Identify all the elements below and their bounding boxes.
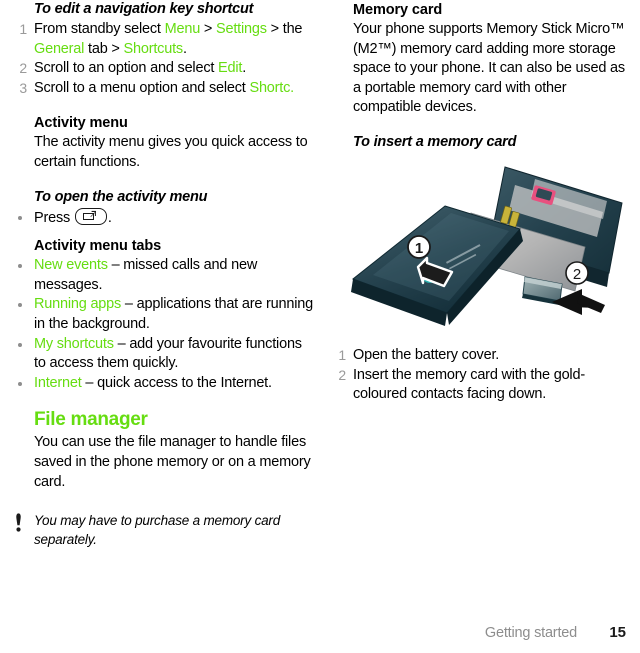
bullet-dot-icon xyxy=(18,342,22,347)
paragraph-memory-card: Your phone supports Memory Stick Micro™ … xyxy=(353,21,625,116)
step-item: 2 Scroll to an option and select Edit. xyxy=(14,59,314,79)
footer-section-name: Getting started xyxy=(484,625,577,641)
bullet-dot-icon xyxy=(18,264,22,269)
ui-term: General xyxy=(34,40,85,57)
step-text-part: . xyxy=(242,60,247,77)
battery-cover: 1 xyxy=(351,205,523,326)
right-column: Memory card Your phone supports Memory S… xyxy=(333,0,633,405)
procedure-title-insert-memory-card: To insert a memory card xyxy=(353,133,517,150)
paragraph-file-manager: You can use the file manager to handle f… xyxy=(34,434,311,490)
ui-term: My shortcuts xyxy=(34,335,114,352)
list-item: New events – missed calls and new messag… xyxy=(14,256,314,295)
key-arrow-shape xyxy=(90,210,96,217)
paragraph-activity-menu: The activity menu gives you quick access… xyxy=(34,134,308,170)
step-text-part: . xyxy=(107,209,112,226)
step-text: Scroll to an option and select Edit. xyxy=(34,60,246,76)
bullet-dot-icon xyxy=(18,303,22,308)
step-text: Open the battery cover. xyxy=(353,346,500,363)
step-text-part: > xyxy=(200,21,217,37)
heading-file-manager: File manager xyxy=(34,409,148,431)
procedure-title-edit-shortcut: To edit a navigation key shortcut xyxy=(34,1,254,17)
procedure-title-open-activity-menu: To open the activity menu xyxy=(34,188,208,205)
left-column: To edit a navigation key shortcut 1 From… xyxy=(14,0,314,549)
heading-memory-card: Memory card xyxy=(353,2,443,18)
step-item: Press . xyxy=(14,207,314,229)
callout-2-label: 2 xyxy=(573,266,581,283)
note-callout: You may have to purchase a memory card s… xyxy=(14,512,314,549)
step-text-part: Scroll to a menu option and select xyxy=(34,79,250,96)
step-item: 1 Open the battery cover. xyxy=(333,346,633,366)
ui-term: Running apps xyxy=(34,296,122,313)
step-item: 1 From standby select Menu > Settings > … xyxy=(14,20,314,59)
step-text-part: From standby select xyxy=(34,21,165,37)
heading-activity-menu: Activity menu xyxy=(34,115,128,132)
page-footer: Getting started 15 xyxy=(0,619,640,641)
step-text-part: Scroll to an option and select xyxy=(34,60,219,77)
ui-term: Edit xyxy=(218,60,243,77)
ui-term: Shortcuts xyxy=(123,40,184,57)
activity-menu-key-icon xyxy=(74,207,107,225)
list-item: Internet – quick access to the Internet. xyxy=(14,374,314,394)
list-item: My shortcuts – add your favourite functi… xyxy=(14,335,314,374)
exclamation-icon xyxy=(16,513,21,532)
steps-open-activity-menu: Press . xyxy=(14,207,314,229)
ui-term: New events xyxy=(34,257,108,274)
step-number: 2 xyxy=(338,366,346,383)
bullet-dot-icon xyxy=(18,381,22,386)
step-item: 3 Scroll to a menu option and select Sho… xyxy=(14,79,314,99)
step-item: 2 Insert the memory card with the gold-c… xyxy=(333,366,633,405)
step-text-part: tab > xyxy=(84,40,124,57)
list-activity-menu-tabs: New events – missed calls and new messag… xyxy=(14,256,314,393)
step-text: Scroll to a menu option and select Short… xyxy=(34,80,294,96)
step-number: 1 xyxy=(19,21,27,37)
heading-activity-menu-tabs: Activity menu tabs xyxy=(34,238,162,255)
illustration-svg: 1 2 xyxy=(351,166,623,326)
footer-page-number: 15 xyxy=(609,624,626,641)
ui-term: Settings xyxy=(216,21,267,37)
list-item: Running apps – applications that are run… xyxy=(14,295,314,334)
ui-term: Internet xyxy=(34,374,82,391)
step-text-part: Press xyxy=(34,209,74,226)
list-item-description: – quick access to the Internet. xyxy=(81,374,272,391)
steps-insert-memory-card: 1 Open the battery cover. 2 Insert the m… xyxy=(333,346,633,405)
step-text-part: . xyxy=(182,40,187,57)
step-text: Insert the memory card with the gold-col… xyxy=(353,366,585,403)
phone-battery-cover-memory-card-illustration: 1 2 xyxy=(339,161,629,346)
step-number: 1 xyxy=(338,346,346,363)
bullet-dot-icon xyxy=(18,215,22,220)
ui-term: Menu xyxy=(164,21,201,37)
step-text: From standby select Menu > Settings > th… xyxy=(34,21,302,57)
step-number: 3 xyxy=(19,79,27,96)
manual-page: To edit a navigation key shortcut 1 From… xyxy=(0,0,640,653)
ui-term: Shortc. xyxy=(249,79,295,96)
note-text: You may have to purchase a memory card s… xyxy=(34,513,281,547)
step-number: 2 xyxy=(19,60,27,77)
step-text-part: > the xyxy=(266,21,303,37)
steps-edit-shortcut: 1 From standby select Menu > Settings > … xyxy=(14,20,314,98)
callout-1-label: 1 xyxy=(415,240,423,257)
